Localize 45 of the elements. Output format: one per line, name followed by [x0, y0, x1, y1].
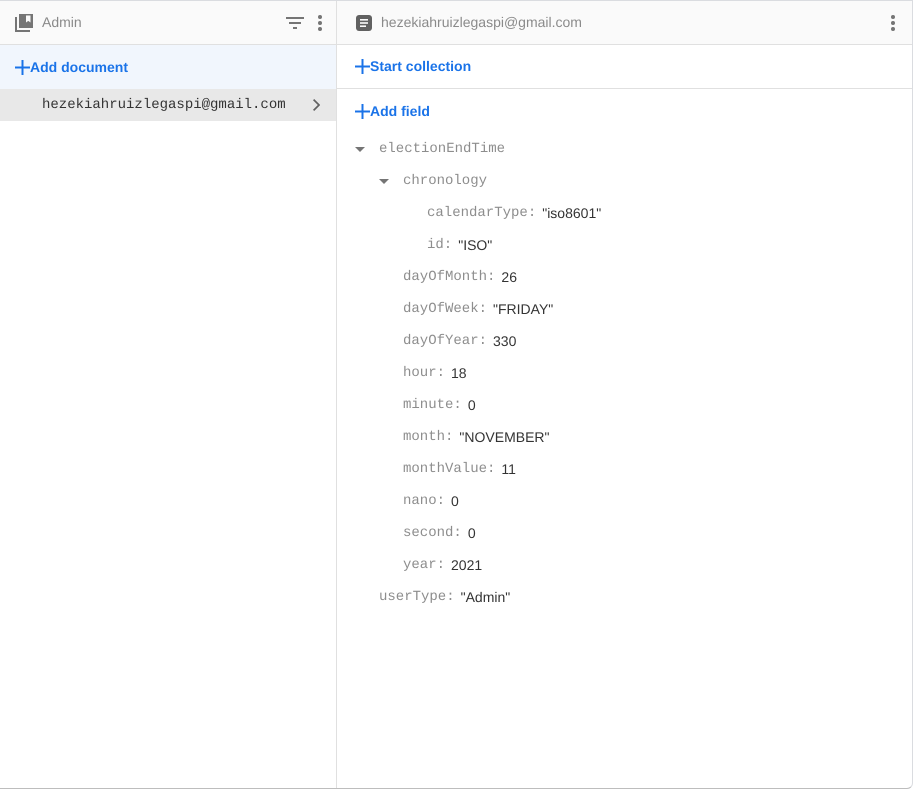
field-key: monthValue:	[403, 458, 496, 480]
collection-icon	[15, 14, 33, 32]
chevron-right-icon	[313, 99, 320, 111]
field-value: 2021	[451, 556, 482, 574]
field-key: dayOfMonth:	[403, 266, 496, 288]
field-value: 0	[468, 524, 476, 542]
field-key: dayOfYear:	[403, 330, 488, 352]
field-key: nano:	[403, 490, 446, 512]
more-options-icon[interactable]	[318, 14, 322, 30]
add-field-button[interactable]: Add field	[337, 89, 912, 133]
field-key: userType:	[379, 586, 455, 608]
field-key: year:	[403, 554, 446, 576]
field-key: id:	[427, 234, 452, 256]
field-value: 330	[493, 332, 516, 350]
filter-icon[interactable]	[286, 16, 304, 28]
field-value: 26	[501, 268, 517, 286]
field-value: "FRIDAY"	[493, 300, 554, 318]
field-value: "ISO"	[458, 236, 492, 254]
field-key: calendarType:	[427, 202, 536, 224]
plus-icon	[355, 59, 370, 74]
document-list-item[interactable]: hezekiahruizlegaspi@gmail.com	[0, 89, 336, 121]
field-value: "iso8601"	[542, 204, 602, 222]
add-document-button[interactable]: Add document	[0, 45, 336, 89]
plus-icon	[355, 104, 370, 118]
field-key: month:	[403, 426, 454, 448]
more-options-icon[interactable]	[891, 14, 895, 30]
field-key: electionEndTime	[379, 138, 506, 160]
document-icon	[356, 14, 372, 30]
field-value: "NOVEMBER"	[459, 428, 550, 446]
field-key: minute:	[403, 394, 462, 416]
caret-down-icon[interactable]	[379, 178, 389, 184]
caret-down-icon[interactable]	[355, 146, 365, 152]
field-value: "Admin"	[460, 588, 510, 606]
field-value: 0	[451, 492, 459, 510]
field-value: 0	[468, 396, 476, 414]
panel-title: hezekiahruizlegaspi@gmail.com	[381, 13, 582, 32]
field-value: 11	[501, 460, 516, 478]
plus-icon	[15, 60, 30, 74]
panel-title: Admin	[42, 13, 82, 32]
field-key: second:	[403, 522, 462, 544]
field-key: hour:	[403, 362, 446, 384]
field-key: dayOfWeek:	[403, 298, 488, 320]
start-collection-button[interactable]: Start collection	[337, 45, 912, 89]
field-key: chronology	[403, 170, 488, 192]
field-value: 18	[451, 364, 467, 382]
